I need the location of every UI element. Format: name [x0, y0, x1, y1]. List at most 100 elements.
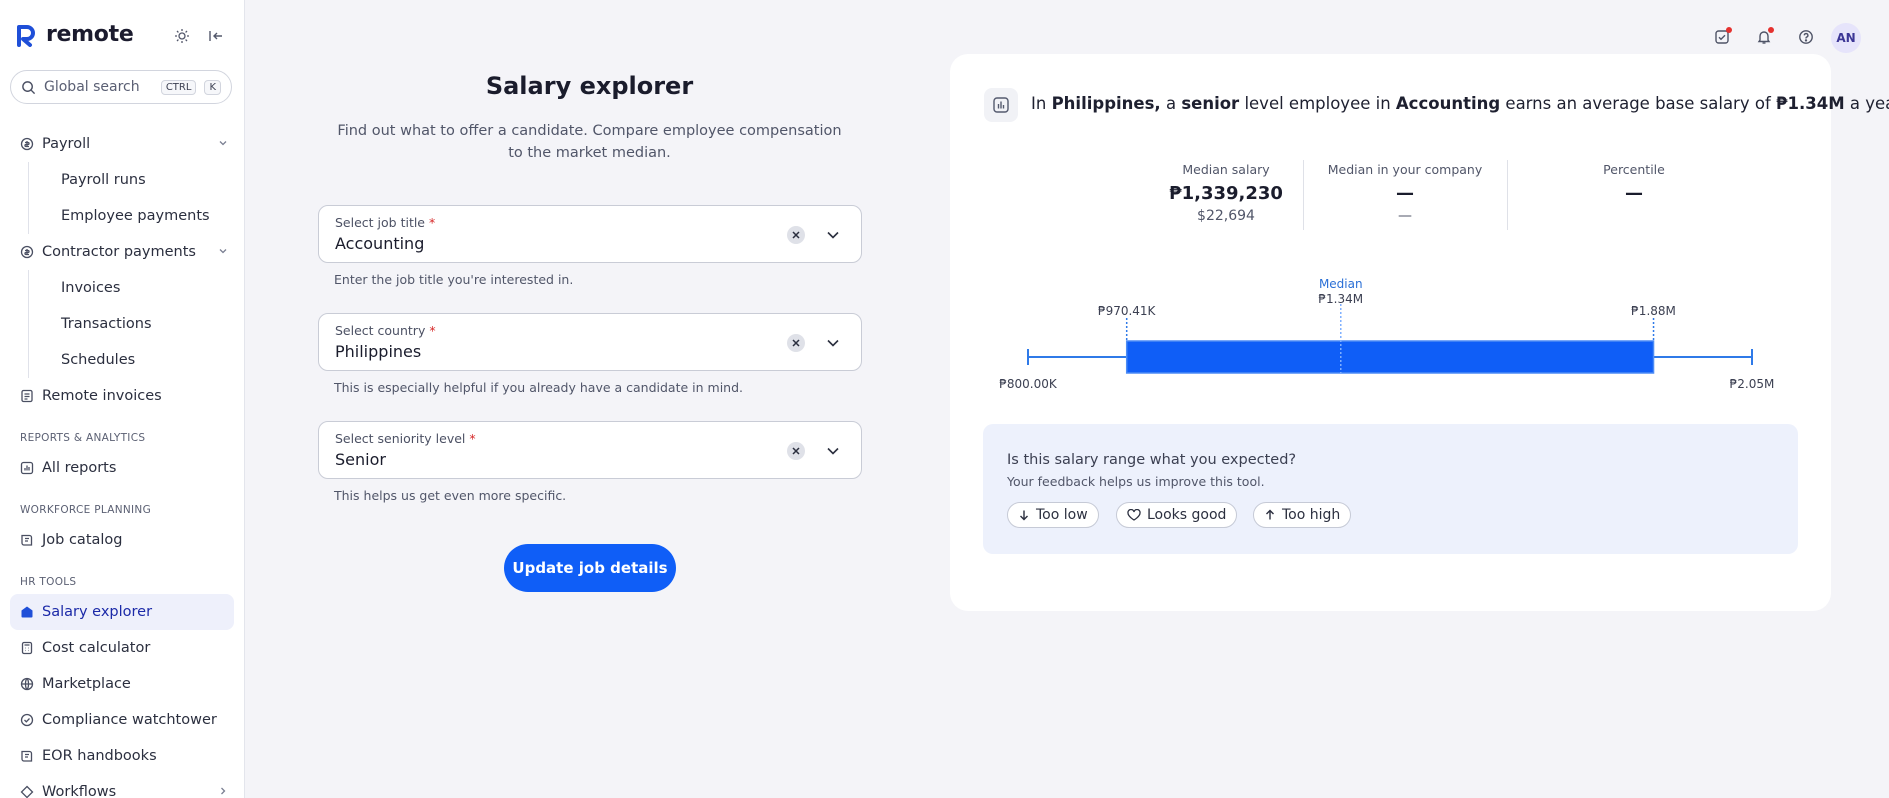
min-label: ₱800.00K — [999, 377, 1058, 391]
sidebar-item-label: Employee payments — [61, 208, 210, 224]
sidebar-item-salary-explorer[interactable]: Salary explorer — [10, 594, 234, 630]
invoice-icon — [20, 389, 34, 403]
section-hr-tools: HR TOOLS — [20, 576, 77, 588]
sidebar-item-label: Contractor payments — [42, 244, 196, 260]
feedback-question: Is this salary range what you expected? — [1007, 452, 1297, 468]
handbook-icon — [20, 749, 34, 763]
summary-text: a — [1160, 94, 1182, 113]
clear-country-button[interactable] — [787, 334, 805, 352]
job-title-select[interactable]: Select job title * Accounting — [318, 205, 862, 263]
sidebar-item-label: Schedules — [61, 352, 136, 368]
sidebar-item-label: Job catalog — [42, 532, 123, 548]
page-title: Salary explorer — [485, 72, 694, 100]
summary-text: earns an average base salary of — [1500, 94, 1776, 113]
sidebar-item-schedules[interactable]: Schedules — [28, 342, 234, 378]
seniority-label: Select seniority level * — [335, 431, 476, 446]
summary-country: Philippines, — [1051, 94, 1161, 113]
sidebar-item-employee-payments[interactable]: Employee payments — [28, 198, 234, 234]
sidebar-item-transactions[interactable]: Transactions — [28, 306, 234, 342]
chevron-down-icon — [827, 339, 839, 347]
sidebar-item-all-reports[interactable]: All reports — [10, 450, 234, 486]
contractor-payments-icon — [20, 245, 34, 259]
seniority-dropdown-button[interactable] — [823, 441, 843, 461]
looks-good-button[interactable]: Looks good — [1116, 502, 1238, 528]
arrow-down-icon — [1020, 510, 1028, 521]
median-salary-usd: $22,694 — [1197, 208, 1255, 224]
summary-level: senior — [1181, 94, 1240, 113]
sidebar-item-eor-handbooks[interactable]: EOR handbooks — [10, 738, 234, 774]
close-icon — [792, 447, 800, 455]
section-reports-analytics: REPORTS & ANALYTICS — [20, 432, 146, 444]
sidebar-item-label: EOR handbooks — [42, 748, 157, 764]
summary-text: level employee in — [1239, 94, 1396, 113]
collapse-sidebar-icon — [209, 31, 222, 41]
help-button[interactable] — [1795, 26, 1817, 48]
sidebar-nav: Payroll Payroll runs Employee payments C… — [10, 126, 234, 798]
clear-job-title-button[interactable] — [787, 226, 805, 244]
remote-logo-icon — [17, 24, 35, 47]
notifications-button[interactable] — [1753, 26, 1775, 48]
workflow-icon — [20, 785, 34, 798]
sidebar-item-label: Payroll runs — [61, 172, 146, 188]
q1-label: ₱970.41K — [1098, 304, 1157, 318]
too-high-button[interactable]: Too high — [1253, 502, 1352, 528]
summary-job: Accounting — [1395, 94, 1501, 113]
stat-divider — [1303, 160, 1304, 230]
close-icon — [792, 231, 800, 239]
salary-explorer-icon — [20, 605, 34, 619]
median-value-label: ₱1.34M — [1318, 292, 1363, 306]
arrow-up-icon — [1266, 509, 1274, 520]
clear-seniority-button[interactable] — [787, 442, 805, 460]
sidebar-item-label: Payroll — [42, 136, 91, 152]
sun-icon — [175, 29, 189, 43]
too-high-label: Too high — [1282, 507, 1341, 523]
tasks-button[interactable] — [1711, 26, 1733, 48]
job-title-value: Accounting — [335, 234, 425, 253]
chevron-down-icon — [827, 231, 839, 239]
job-title-helper: Enter the job title you're interested in… — [334, 272, 574, 287]
feedback-panel: Is this salary range what you expected? … — [983, 424, 1798, 554]
sidebar-item-label: Compliance watchtower — [42, 712, 217, 728]
sidebar-item-marketplace[interactable]: Marketplace — [10, 666, 234, 702]
seniority-select[interactable]: Select seniority level * Senior — [318, 421, 862, 479]
sidebar-item-job-catalog[interactable]: Job catalog — [10, 522, 234, 558]
tasks-indicator-dot — [1726, 27, 1732, 33]
page-subtitle: Find out what to offer a candidate. Comp… — [337, 123, 842, 161]
job-title-label-text: Select job title — [335, 215, 426, 230]
sidebar-item-compliance-watchtower[interactable]: Compliance watchtower — [10, 702, 234, 738]
avatar[interactable]: AN — [1831, 23, 1861, 53]
seniority-value: Senior — [335, 450, 386, 469]
sidebar-item-payroll-runs[interactable]: Payroll runs — [28, 162, 234, 198]
too-low-button[interactable]: Too low — [1007, 502, 1099, 528]
brand-name: remote — [46, 22, 134, 47]
country-select[interactable]: Select country * Philippines — [318, 313, 862, 371]
sidebar-item-remote-invoices[interactable]: Remote invoices — [10, 378, 234, 414]
sidebar-item-workflows[interactable]: Workflows — [10, 774, 234, 798]
notifications-indicator-dot — [1768, 27, 1774, 33]
q3-label: ₱1.88M — [1631, 304, 1676, 318]
chevron-right-icon — [221, 787, 226, 795]
summary-text: a year. — [1849, 94, 1889, 113]
required-mark: * — [469, 431, 476, 446]
country-dropdown-button[interactable] — [823, 333, 843, 353]
sidebar-item-label: Remote invoices — [42, 388, 162, 404]
sidebar-item-contractor-payments[interactable]: Contractor payments — [10, 234, 234, 270]
country-label-text: Select country — [335, 323, 426, 338]
interquartile-box — [1125, 340, 1655, 374]
salary-summary: In Philippines, a senior level employee … — [1031, 94, 1889, 113]
brand[interactable]: remote — [16, 22, 134, 47]
job-title-dropdown-button[interactable] — [823, 225, 843, 245]
sidebar-item-payroll[interactable]: Payroll — [10, 126, 234, 162]
sidebar-item-invoices[interactable]: Invoices — [28, 270, 234, 306]
update-job-details-button[interactable]: Update job details — [504, 544, 676, 592]
search-placeholder: Global search — [44, 79, 140, 95]
theme-toggle-button[interactable] — [172, 26, 192, 46]
job-title-label: Select job title * — [335, 215, 435, 230]
global-search[interactable]: Global search CTRL K — [10, 70, 232, 104]
collapse-sidebar-button[interactable] — [206, 26, 226, 46]
company-median-sub: — — [1398, 208, 1412, 224]
sidebar: remote Global search CTRL K Payroll Payr… — [0, 0, 245, 798]
sidebar-item-cost-calculator[interactable]: Cost calculator — [10, 630, 234, 666]
sidebar-item-label: Workflows — [42, 784, 117, 798]
seniority-label-text: Select seniority level — [335, 431, 466, 446]
